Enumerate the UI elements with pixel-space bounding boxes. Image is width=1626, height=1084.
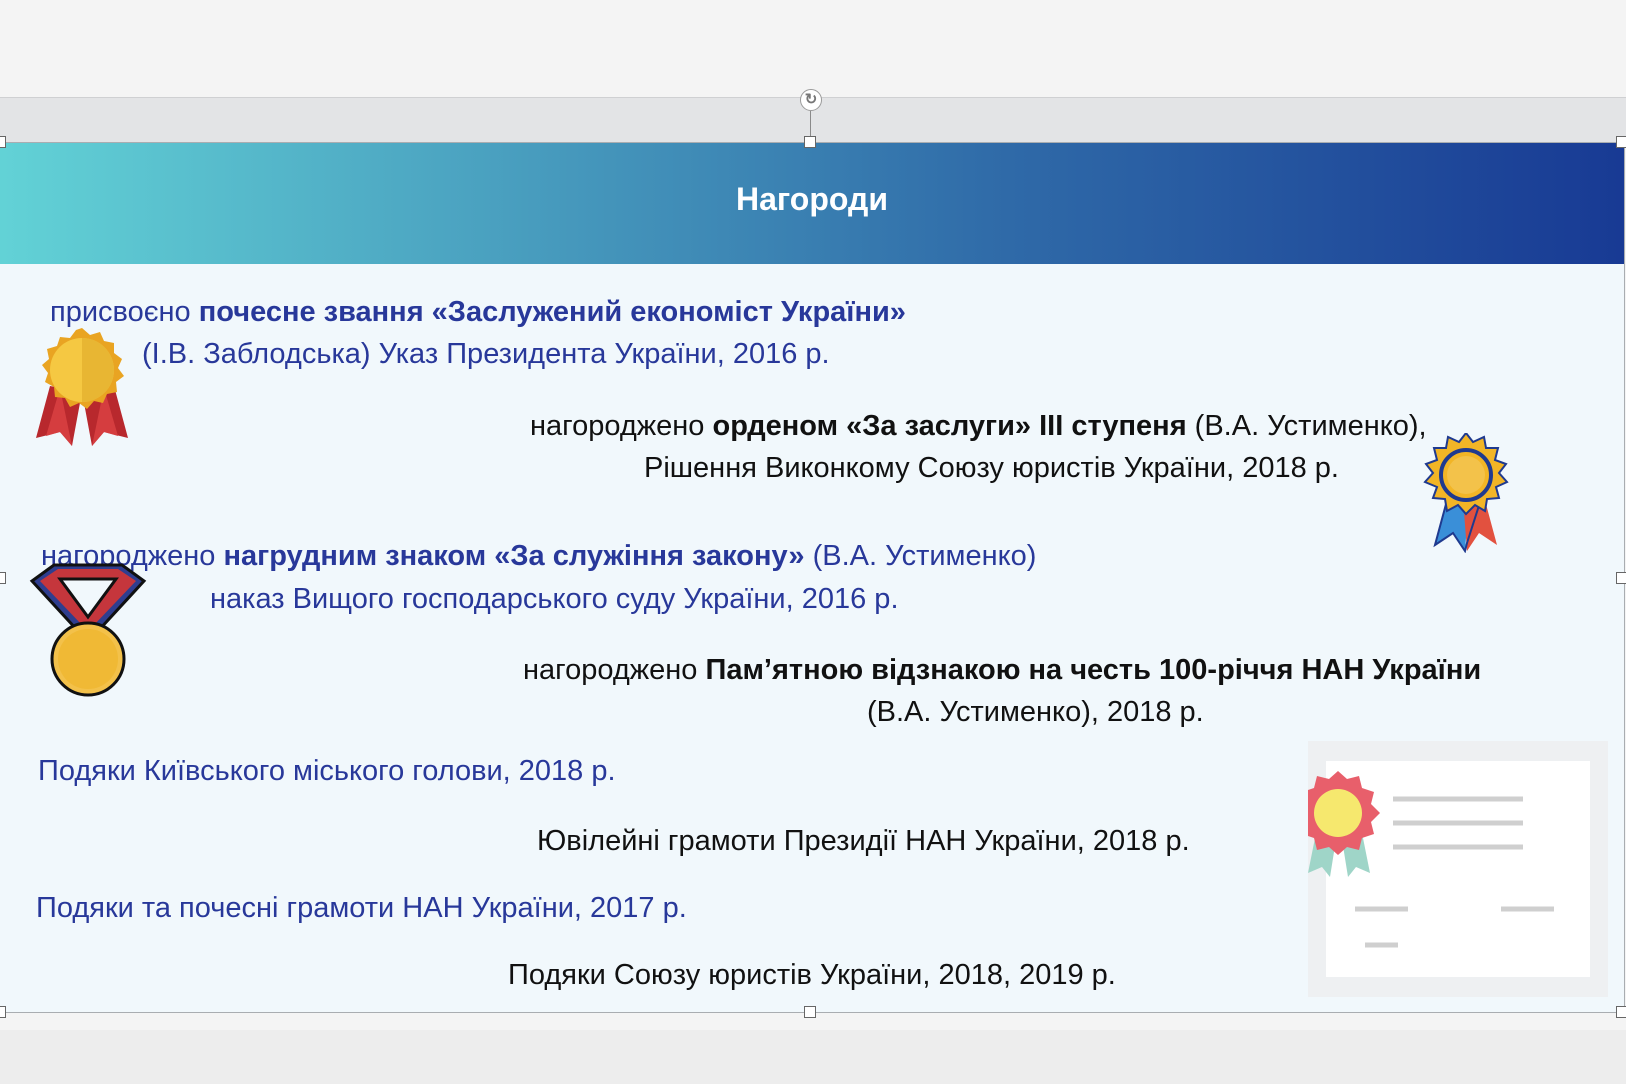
neck-medal-icon <box>29 563 147 697</box>
certificate-icon <box>1308 741 1608 997</box>
award-8: Подяки Союзу юристів України, 2018, 2019… <box>508 959 1116 991</box>
award-4-line-2: (В.А. Устименко), 2018 р. <box>867 696 1204 728</box>
gold-ribbon-medal-icon <box>36 328 128 446</box>
resize-handle-top-left[interactable] <box>0 136 6 148</box>
award-1-line-1: присвоєно почесне звання «Заслужений еко… <box>50 296 906 328</box>
rotate-icon[interactable]: ↻ <box>800 89 822 111</box>
resize-handle-top-right[interactable] <box>1616 136 1626 148</box>
resize-handle-left[interactable] <box>0 572 6 584</box>
award-2-line-1: нагороджено орденом «За заслуги» ІІІ сту… <box>530 410 1427 442</box>
blue-ribbon-badge-icon <box>1423 433 1509 553</box>
award-3-line-1: нагороджено нагрудним знаком «За служінн… <box>41 540 1037 572</box>
award-3-line-2: наказ Вищого господарського суду України… <box>210 583 899 615</box>
award-6: Ювілейні грамоти Президії НАН України, 2… <box>537 825 1190 857</box>
canvas-background <box>0 1030 1626 1084</box>
award-4-line-1: нагороджено Пам’ятною відзнакою на честь… <box>523 654 1482 686</box>
resize-handle-bottom-left[interactable] <box>0 1006 6 1018</box>
resize-handle-top[interactable] <box>804 136 816 148</box>
slide-title: Нагороди <box>735 181 888 217</box>
resize-handle-bottom-right[interactable] <box>1616 1006 1626 1018</box>
award-5: Подяки Київського міського голови, 2018 … <box>38 755 616 787</box>
award-7: Подяки та почесні грамоти НАН України, 2… <box>36 892 687 924</box>
resize-handle-bottom[interactable] <box>804 1006 816 1018</box>
slide[interactable]: Нагороди присвоєно почесне звання «Заслу… <box>0 142 1625 1013</box>
award-1-line-2: (І.В. Заблодська) Указ Президента Україн… <box>142 338 830 370</box>
award-2-line-2: Рішення Виконкому Союзу юристів України,… <box>644 452 1339 484</box>
resize-handle-right[interactable] <box>1616 572 1626 584</box>
